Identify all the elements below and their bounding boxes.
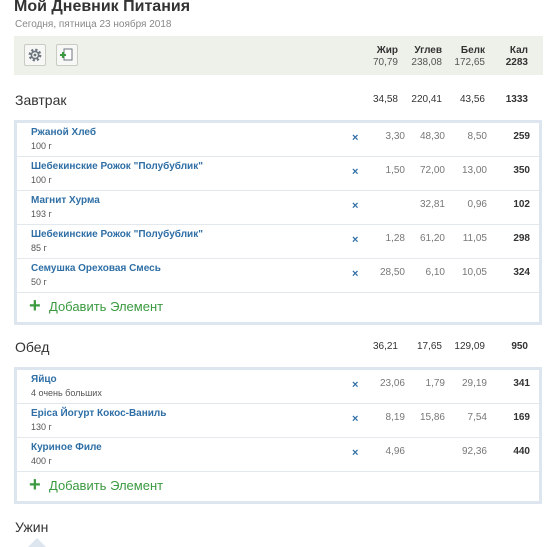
column-head-carbs: Углев <box>414 45 442 56</box>
food-fat: 1,50 <box>385 165 405 176</box>
lunch-total-protein: 129,09 <box>454 341 485 352</box>
breakfast-total-fat: 34,58 <box>372 94 398 105</box>
food-row: Куриное Филе 400 г × 4,96 92,36 440 <box>17 438 539 472</box>
food-name-link[interactable]: Epica Йогурт Кокос-Ваниль <box>31 408 166 419</box>
breakfast-list: Ржаной Хлеб 100 г × 3,30 48,30 8,50 259 … <box>17 123 539 322</box>
remove-icon[interactable]: × <box>352 234 358 246</box>
food-name-link[interactable]: Семушка Ореховая Смесь <box>31 263 161 274</box>
food-protein: 11,05 <box>462 233 487 244</box>
food-carbs: 48,30 <box>419 131 445 142</box>
food-kcal: 169 <box>513 412 530 423</box>
breakfast-total-kcal: 1333 <box>505 94 528 105</box>
total-protein: 172,65 <box>454 57 485 68</box>
remove-icon[interactable]: × <box>352 379 358 391</box>
meal-title-breakfast: Завтрак <box>15 92 67 108</box>
page-date: Сегодня, пятница 23 ноября 2018 <box>15 19 172 30</box>
add-document-icon <box>60 48 73 61</box>
breakfast-total-carbs: 220,41 <box>411 94 442 105</box>
food-row: Шебекинские Рожок "Полубублик" 85 г × 1,… <box>17 225 539 259</box>
food-carbs: 72,00 <box>419 165 445 176</box>
food-row: Яйцо 4 очень больших × 23,06 1,79 29,19 … <box>17 370 539 404</box>
food-row: Шебекинские Рожок "Полубублик" 100 г × 1… <box>17 157 539 191</box>
breakfast-total-protein: 43,56 <box>459 94 485 105</box>
page-title: Мой Дневник Питания <box>14 0 191 15</box>
food-kcal: 350 <box>513 165 530 176</box>
remove-icon[interactable]: × <box>352 200 358 212</box>
lunch-list: Яйцо 4 очень больших × 23,06 1,79 29,19 … <box>17 370 539 501</box>
daily-totals-bar: Жир Углев Белк Кал 70,79 238,08 172,65 2… <box>14 36 543 75</box>
food-protein: 8,50 <box>467 131 487 142</box>
food-quantity: 4 очень больших <box>31 388 102 398</box>
add-item-button-breakfast[interactable]: + Добавить Элемент <box>17 293 539 322</box>
food-quantity: 193 г <box>31 209 52 219</box>
remove-icon[interactable]: × <box>352 413 358 425</box>
food-fat: 4,96 <box>385 446 405 457</box>
food-carbs: 1,79 <box>425 378 445 389</box>
food-protein: 0,96 <box>467 199 487 210</box>
plus-icon: + <box>29 474 41 496</box>
food-fat: 28,50 <box>379 267 405 278</box>
food-quantity: 100 г <box>31 141 52 151</box>
column-head-kcal: Кал <box>509 45 528 56</box>
food-name-link[interactable]: Шебекинские Рожок "Полубублик" <box>31 161 203 172</box>
food-carbs: 61,20 <box>419 233 445 244</box>
food-fat: 3,30 <box>385 131 405 142</box>
food-row: Epica Йогурт Кокос-Ваниль 130 г × 8,19 1… <box>17 404 539 438</box>
food-protein: 92,36 <box>461 446 487 457</box>
food-quantity: 100 г <box>31 175 52 185</box>
food-quantity: 50 г <box>31 277 47 287</box>
food-carbs: 15,86 <box>419 412 445 423</box>
remove-icon[interactable]: × <box>352 132 358 144</box>
food-quantity: 85 г <box>31 243 47 253</box>
add-food-button[interactable] <box>56 44 78 66</box>
food-protein: 29,19 <box>461 378 487 389</box>
food-kcal: 341 <box>513 378 530 389</box>
food-protein: 10,05 <box>461 267 487 278</box>
lunch-total-carbs: 17,65 <box>416 341 442 352</box>
food-fat: 23,06 <box>379 378 405 389</box>
food-name-link[interactable]: Яйцо <box>31 374 57 385</box>
food-kcal: 298 <box>513 233 530 244</box>
remove-icon[interactable]: × <box>352 166 358 178</box>
settings-button[interactable] <box>24 44 46 66</box>
remove-icon[interactable]: × <box>352 447 358 459</box>
lunch-total-kcal: 950 <box>511 341 528 352</box>
food-row: Семушка Ореховая Смесь 50 г × 28,50 6,10… <box>17 259 539 293</box>
food-row: Магнит Хурма 193 г × 32,81 0,96 102 <box>17 191 539 225</box>
food-quantity: 130 г <box>31 422 52 432</box>
food-name-link[interactable]: Магнит Хурма <box>31 195 100 206</box>
total-carbs: 238,08 <box>411 57 442 68</box>
food-protein: 7,54 <box>467 412 487 423</box>
food-name-link[interactable]: Шебекинские Рожок "Полубублик" <box>31 229 203 240</box>
food-kcal: 324 <box>513 267 530 278</box>
food-kcal: 440 <box>513 446 530 457</box>
food-protein: 13,00 <box>461 165 487 176</box>
add-item-button-lunch[interactable]: + Добавить Элемент <box>17 472 539 501</box>
food-carbs: 32,81 <box>419 199 445 210</box>
food-kcal: 259 <box>513 131 530 142</box>
food-carbs: 6,10 <box>425 267 445 278</box>
food-row: Ржаной Хлеб 100 г × 3,30 48,30 8,50 259 <box>17 123 539 157</box>
column-head-fat: Жир <box>376 45 398 56</box>
lunch-panel: Яйцо 4 очень больших × 23,06 1,79 29,19 … <box>14 367 542 504</box>
total-kcal: 2283 <box>505 57 528 68</box>
plus-icon: + <box>29 295 41 317</box>
food-fat: 8,19 <box>385 412 405 423</box>
breakfast-panel: Ржаной Хлеб 100 г × 3,30 48,30 8,50 259 … <box>14 120 542 325</box>
remove-icon[interactable]: × <box>352 268 358 280</box>
meal-title-dinner: Ужин <box>15 519 49 535</box>
food-quantity: 400 г <box>31 456 52 466</box>
food-name-link[interactable]: Куриное Филе <box>31 442 102 453</box>
meal-title-lunch: Обед <box>15 339 50 355</box>
add-item-label: Добавить Элемент <box>49 299 164 314</box>
food-fat: 1,28 <box>385 233 405 244</box>
lunch-total-fat: 36,21 <box>372 341 398 352</box>
food-name-link[interactable]: Ржаной Хлеб <box>31 127 96 138</box>
panel-pointer <box>28 538 46 547</box>
total-fat: 70,79 <box>372 57 398 68</box>
add-item-label: Добавить Элемент <box>49 478 164 493</box>
gear-icon <box>28 48 42 62</box>
column-head-protein: Белк <box>460 45 485 56</box>
food-kcal: 102 <box>513 199 530 210</box>
